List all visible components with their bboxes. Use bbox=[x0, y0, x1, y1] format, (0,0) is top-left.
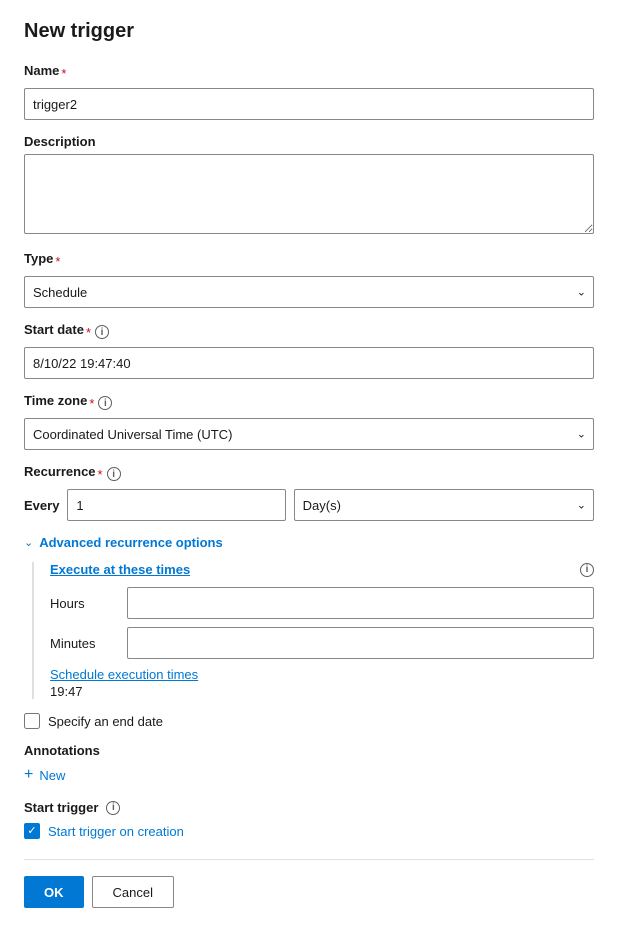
ok-button[interactable]: OK bbox=[24, 876, 84, 908]
minutes-input[interactable] bbox=[127, 627, 594, 659]
name-label: Name bbox=[24, 63, 59, 78]
plus-icon: + bbox=[24, 766, 33, 784]
start-date-info-icon[interactable]: i bbox=[95, 325, 109, 339]
recurrence-unit-select[interactable]: Day(s) Hour(s) Minute(s) Month(s) Week(s… bbox=[294, 489, 594, 521]
schedule-time-value: 19:47 bbox=[50, 684, 83, 699]
recurrence-group: Recurrence * i Every Day(s) Hour(s) Minu… bbox=[24, 464, 594, 521]
footer-divider bbox=[24, 859, 594, 860]
description-input[interactable] bbox=[24, 154, 594, 234]
advanced-section: Execute at these times i Hours Minutes S… bbox=[32, 562, 594, 699]
recurrence-row: Every Day(s) Hour(s) Minute(s) Month(s) … bbox=[24, 489, 594, 521]
name-required: * bbox=[61, 66, 66, 81]
start-trigger-title: Start trigger bbox=[24, 800, 98, 815]
name-input[interactable] bbox=[24, 88, 594, 120]
timezone-group: Time zone * i Coordinated Universal Time… bbox=[24, 393, 594, 450]
type-select-wrapper: Schedule Tumbling window Event Custom ev… bbox=[24, 276, 594, 308]
type-select[interactable]: Schedule Tumbling window Event Custom ev… bbox=[24, 276, 594, 308]
timezone-select[interactable]: Coordinated Universal Time (UTC) bbox=[24, 418, 594, 450]
advanced-chevron-icon: ⌄ bbox=[24, 536, 33, 549]
annotations-title: Annotations bbox=[24, 743, 594, 758]
execute-times-info-icon[interactable]: i bbox=[580, 563, 594, 577]
recurrence-required: * bbox=[98, 467, 103, 482]
hours-input[interactable] bbox=[127, 587, 594, 619]
page-title: New trigger bbox=[24, 20, 594, 43]
every-label: Every bbox=[24, 498, 59, 513]
specify-end-date-checkbox[interactable] bbox=[24, 713, 40, 729]
schedule-execution-link[interactable]: Schedule execution times bbox=[50, 667, 594, 682]
start-date-input[interactable] bbox=[24, 347, 594, 379]
checkmark-icon: ✓ bbox=[27, 826, 36, 837]
recurrence-label: Recurrence bbox=[24, 464, 96, 479]
execute-times-header: Execute at these times i bbox=[50, 562, 594, 577]
start-trigger-checkbox[interactable]: ✓ bbox=[24, 823, 40, 839]
minutes-row: Minutes bbox=[50, 627, 594, 659]
specify-end-date-label: Specify an end date bbox=[48, 714, 163, 729]
hours-label: Hours bbox=[50, 596, 115, 611]
cancel-button[interactable]: Cancel bbox=[92, 876, 174, 908]
new-button-label: New bbox=[39, 768, 65, 783]
recurrence-info-icon[interactable]: i bbox=[107, 467, 121, 481]
timezone-info-icon[interactable]: i bbox=[98, 396, 112, 410]
recurrence-number-input[interactable] bbox=[67, 489, 285, 521]
start-trigger-checkbox-row: ✓ Start trigger on creation bbox=[24, 823, 594, 839]
minutes-label: Minutes bbox=[50, 636, 115, 651]
footer-buttons: OK Cancel bbox=[24, 876, 594, 908]
type-group: Type * Schedule Tumbling window Event Cu… bbox=[24, 251, 594, 308]
start-date-group: Start date * i bbox=[24, 322, 594, 379]
new-annotation-button[interactable]: + New bbox=[24, 766, 65, 784]
description-label: Description bbox=[24, 134, 594, 149]
start-trigger-section: Start trigger i ✓ Start trigger on creat… bbox=[24, 800, 594, 839]
type-label: Type bbox=[24, 251, 53, 266]
name-group: Name * bbox=[24, 63, 594, 120]
type-required: * bbox=[55, 254, 60, 269]
start-trigger-info-icon[interactable]: i bbox=[106, 801, 120, 815]
specify-end-date-row: Specify an end date bbox=[24, 713, 594, 729]
start-trigger-label-row: Start trigger i bbox=[24, 800, 594, 815]
recurrence-unit-wrapper: Day(s) Hour(s) Minute(s) Month(s) Week(s… bbox=[294, 489, 594, 521]
start-date-required: * bbox=[86, 325, 91, 340]
timezone-label: Time zone bbox=[24, 393, 87, 408]
advanced-recurrence-toggle[interactable]: ⌄ Advanced recurrence options bbox=[24, 535, 594, 550]
advanced-recurrence-label: Advanced recurrence options bbox=[39, 535, 223, 550]
timezone-required: * bbox=[89, 396, 94, 411]
start-date-label: Start date bbox=[24, 322, 84, 337]
annotations-section: Annotations + New bbox=[24, 743, 594, 784]
description-group: Description bbox=[24, 134, 594, 237]
start-trigger-on-creation-label: Start trigger on creation bbox=[48, 824, 184, 839]
execute-times-link[interactable]: Execute at these times bbox=[50, 562, 190, 577]
timezone-select-wrapper: Coordinated Universal Time (UTC) ⌄ bbox=[24, 418, 594, 450]
hours-row: Hours bbox=[50, 587, 594, 619]
